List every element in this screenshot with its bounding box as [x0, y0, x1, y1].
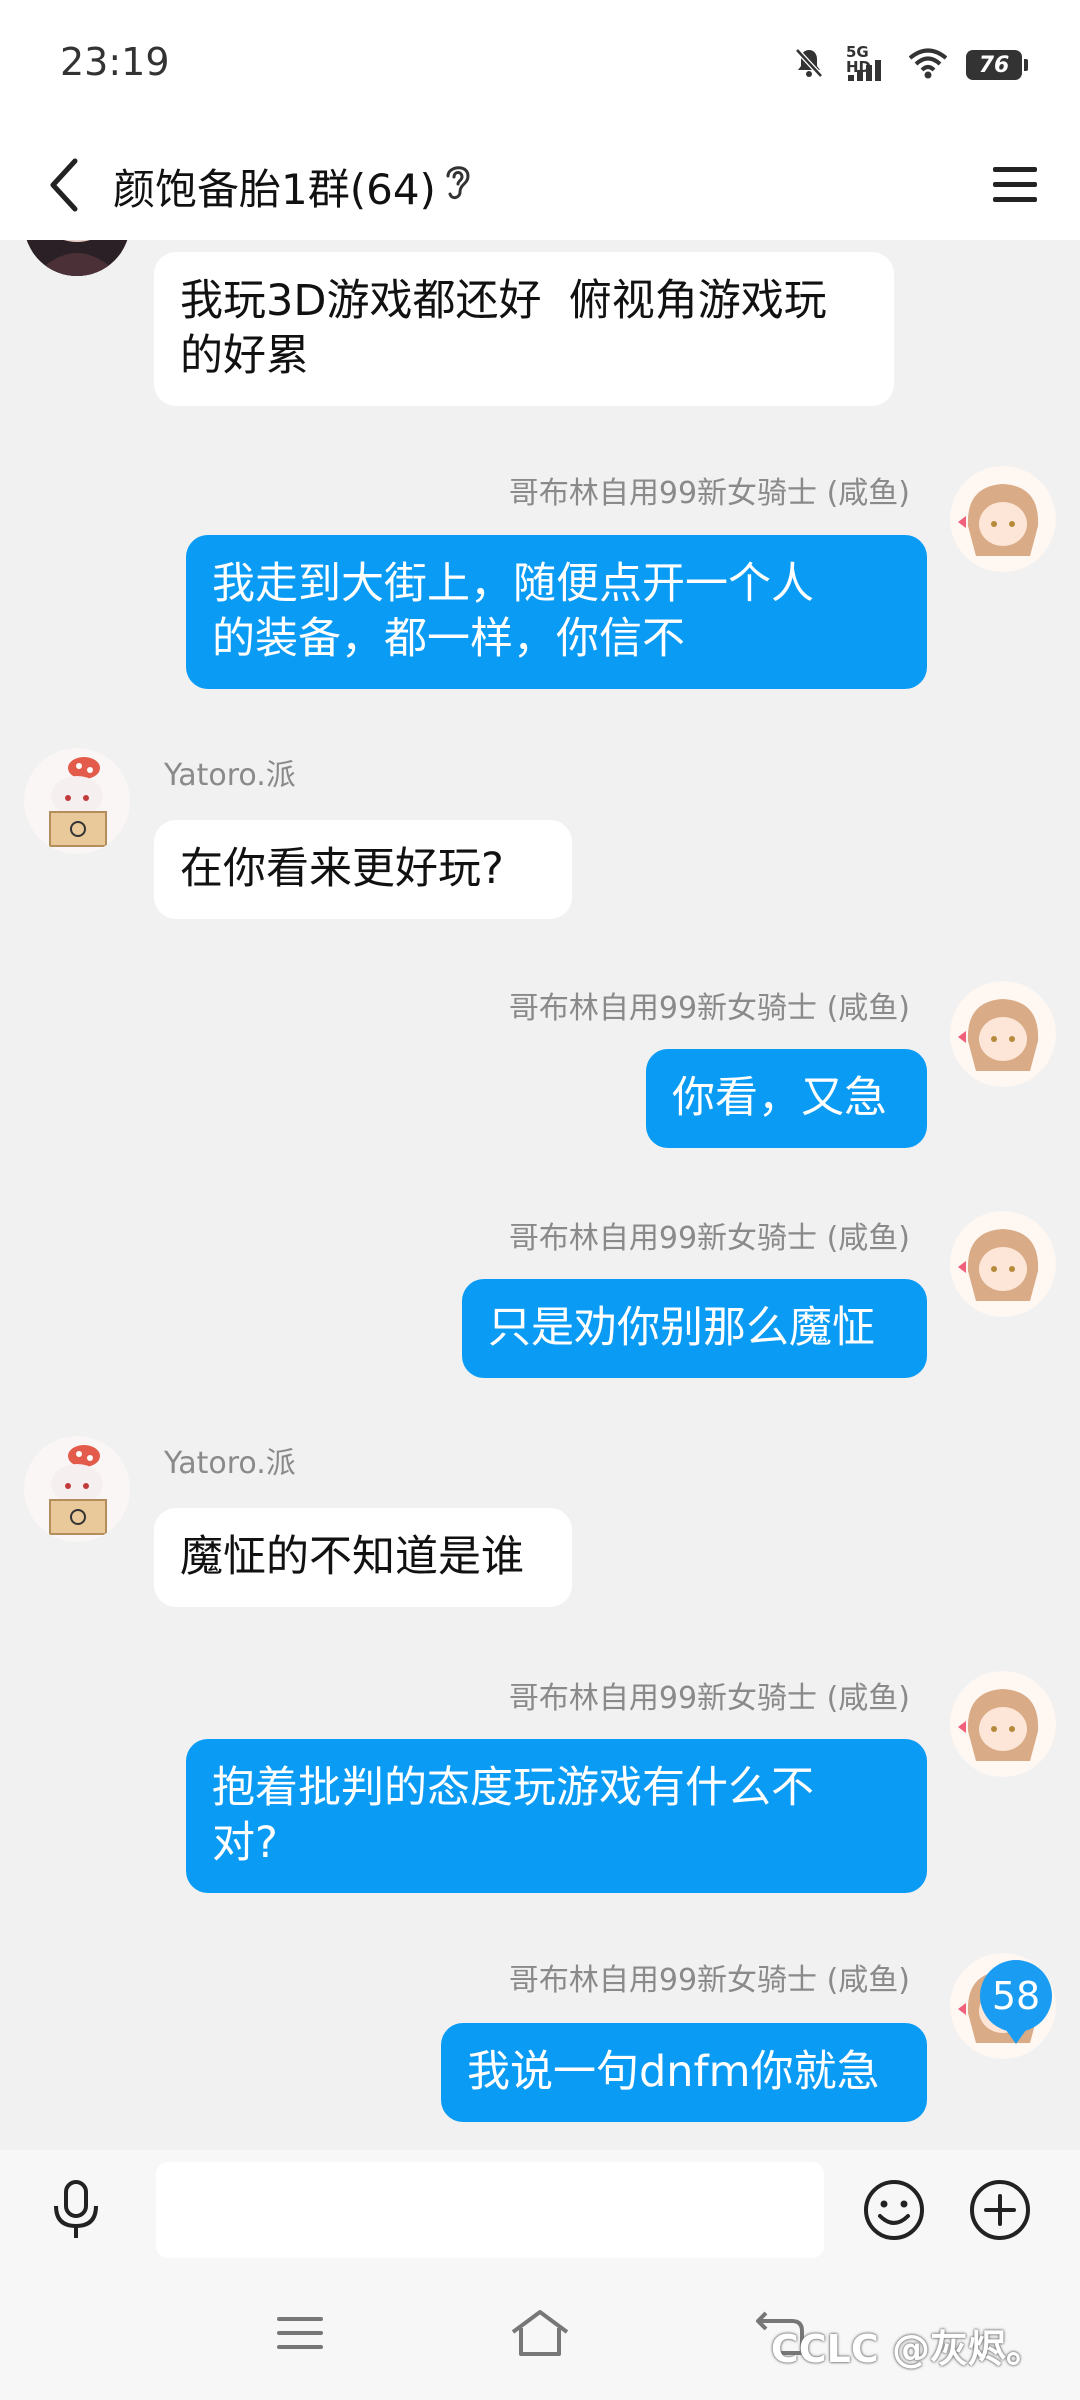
- avatar[interactable]: [24, 748, 130, 854]
- unread-count-badge[interactable]: 58: [980, 1960, 1052, 2044]
- status-bar: 23:19 5G HD 76: [0, 0, 1080, 130]
- chat-menu-button[interactable]: [980, 148, 1050, 222]
- message-bubble[interactable]: 抱着批判的态度玩游戏有什么不 对?: [186, 1739, 927, 1893]
- wifi-icon: [908, 47, 948, 83]
- status-icons: 5G HD 76: [792, 45, 1028, 84]
- nav-home-button[interactable]: [500, 2298, 580, 2368]
- emoji-button[interactable]: [856, 2172, 932, 2248]
- hamburger-menu-icon: [993, 167, 1037, 202]
- chat-title[interactable]: 颜饱备胎1群(64): [113, 156, 436, 217]
- nav-home-icon: [511, 2310, 569, 2356]
- avatar[interactable]: [24, 240, 130, 276]
- chevron-left-icon: [50, 158, 78, 212]
- message-input[interactable]: [156, 2162, 824, 2258]
- signal-5g-icon: 5G HD: [844, 45, 890, 83]
- chat-message-list[interactable]: 我玩3D游戏都还好 俯视角游戏玩 的好累 哥布林自用99新女骑士 (咸鱼) 我走…: [0, 240, 1080, 2150]
- mute-bell-icon: [792, 46, 826, 84]
- message-bubble[interactable]: 我说一句dnfm你就急: [441, 2023, 927, 2122]
- message-bubble[interactable]: 我玩3D游戏都还好 俯视角游戏玩 的好累: [154, 252, 894, 406]
- more-button[interactable]: [962, 2172, 1038, 2248]
- chat-header: 颜饱备胎1群(64): [0, 130, 1080, 240]
- message-bubble[interactable]: 你看，又急: [646, 1049, 927, 1148]
- message-bubble[interactable]: 我走到大街上，随便点开一个人 的装备，都一样，你信不: [186, 535, 927, 689]
- nav-menu-icon: [277, 2317, 323, 2349]
- sender-name: 哥布林自用99新女骑士 (咸鱼): [508, 1221, 910, 1256]
- back-button[interactable]: [30, 148, 100, 222]
- avatar[interactable]: [950, 1671, 1056, 1777]
- sender-name: Yatoro.派: [164, 758, 296, 793]
- avatar[interactable]: [950, 1211, 1056, 1317]
- message-bubble[interactable]: 在你看来更好玩?: [154, 820, 572, 919]
- status-time: 23:19: [60, 40, 170, 84]
- ear-icon[interactable]: [440, 160, 476, 208]
- sender-name: Yatoro.派: [164, 1446, 296, 1481]
- voice-button[interactable]: [38, 2172, 114, 2248]
- nav-menu-button[interactable]: [260, 2298, 340, 2368]
- message-bubble[interactable]: 只是劝你别那么魔怔: [462, 1279, 927, 1378]
- message-bubble[interactable]: 魔怔的不知道是谁: [154, 1508, 572, 1607]
- battery-icon: 76: [966, 50, 1028, 80]
- sender-name: 哥布林自用99新女骑士 (咸鱼): [508, 991, 910, 1026]
- avatar[interactable]: [950, 981, 1056, 1087]
- watermark: CCLC @灰烬。: [770, 2327, 1044, 2371]
- avatar[interactable]: [24, 1436, 130, 1542]
- input-bar: [0, 2150, 1080, 2270]
- plus-circle-icon: [970, 2180, 1030, 2240]
- sender-name: 哥布林自用99新女骑士 (咸鱼): [508, 1681, 910, 1716]
- sender-name: 哥布林自用99新女骑士 (咸鱼): [508, 476, 910, 511]
- microphone-icon: [54, 2180, 98, 2238]
- avatar[interactable]: [950, 466, 1056, 572]
- smiley-icon: [864, 2180, 924, 2240]
- system-nav-bar: CCLC @灰烬。: [0, 2270, 1080, 2400]
- sender-name: 哥布林自用99新女骑士 (咸鱼): [508, 1963, 910, 1998]
